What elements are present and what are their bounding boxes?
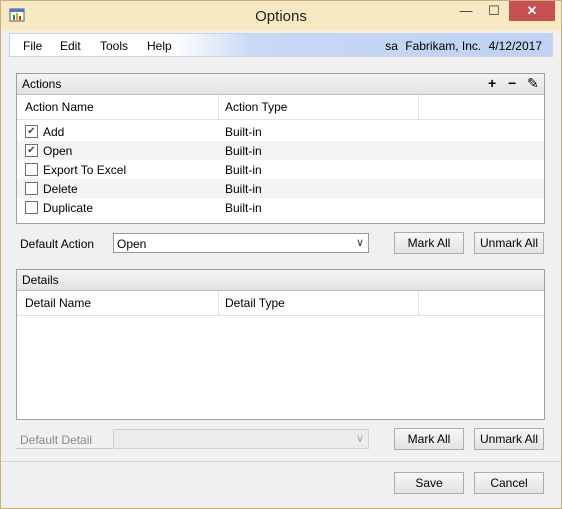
details-title: Details [22, 273, 59, 287]
actions-column-header: Action Name Action Type [17, 95, 544, 120]
menu-tools[interactable]: Tools [100, 39, 128, 53]
company-name: Fabrikam, Inc. [405, 39, 482, 53]
row-checkbox[interactable]: ✔ [25, 125, 38, 138]
column-action-type[interactable]: Action Type [225, 100, 287, 114]
actions-panel-header: Actions + − ✎ [17, 74, 544, 95]
column-detail-name[interactable]: Detail Name [25, 296, 91, 310]
close-button[interactable]: ✕ [509, 1, 555, 21]
actions-panel: Actions + − ✎ Action Name Action Type ✔ … [16, 73, 545, 224]
table-row[interactable]: Delete Built-in [17, 179, 544, 198]
details-panel-header: Details [17, 270, 544, 291]
chevron-down-icon: ∨ [355, 237, 364, 249]
details-list [17, 316, 544, 420]
default-detail-label: Default Detail [20, 433, 93, 447]
default-action-value: Open [117, 237, 147, 251]
column-divider [418, 291, 419, 315]
details-mark-all-button[interactable]: Mark All [394, 428, 464, 450]
action-name: Delete [43, 182, 78, 196]
remove-icon[interactable]: − [508, 75, 516, 91]
default-action-label: Default Action [20, 237, 95, 251]
column-divider [418, 95, 419, 119]
row-checkbox[interactable] [25, 163, 38, 176]
menu-help[interactable]: Help [147, 39, 172, 53]
user-name: sa [385, 39, 398, 53]
default-detail-select[interactable]: ∨ [113, 429, 369, 449]
action-name: Export To Excel [43, 163, 127, 177]
action-type: Built-in [225, 201, 262, 215]
table-row[interactable]: Duplicate Built-in [17, 198, 544, 217]
column-divider [218, 291, 219, 315]
label-underline [16, 448, 112, 449]
column-detail-type[interactable]: Detail Type [225, 296, 285, 310]
row-checkbox[interactable]: ✔ [25, 144, 38, 157]
actions-list: ✔ Add Built-in ✔ Open Built-in Export To… [17, 120, 544, 217]
action-name: Open [43, 144, 73, 158]
action-type: Built-in [225, 125, 262, 139]
action-name: Duplicate [43, 201, 94, 215]
title-bar: Options — ☐ ✕ [1, 1, 561, 31]
column-divider [218, 95, 219, 119]
add-icon[interactable]: + [488, 75, 496, 91]
actions-mark-all-button[interactable]: Mark All [394, 232, 464, 254]
check-icon: ✔ [27, 126, 36, 137]
action-type: Built-in [225, 144, 262, 158]
actions-unmark-all-button[interactable]: Unmark All [474, 232, 544, 254]
action-type: Built-in [225, 163, 262, 177]
action-type: Built-in [225, 182, 262, 196]
footer-divider [1, 461, 561, 462]
menu-bar: File Edit Tools Help sa Fabrikam, Inc. 4… [9, 33, 553, 57]
table-row[interactable]: ✔ Add Built-in [17, 122, 544, 141]
edit-icon[interactable]: ✎ [527, 75, 539, 92]
chevron-down-icon: ∨ [355, 433, 364, 445]
row-checkbox[interactable] [25, 182, 38, 195]
column-action-name[interactable]: Action Name [25, 100, 94, 114]
row-checkbox[interactable] [25, 201, 38, 214]
details-unmark-all-button[interactable]: Unmark All [474, 428, 544, 450]
user-info: sa Fabrikam, Inc. 4/12/2017 [381, 39, 542, 53]
save-button[interactable]: Save [394, 472, 464, 494]
default-action-select[interactable]: Open ∨ [113, 233, 369, 253]
table-row[interactable]: Export To Excel Built-in [17, 160, 544, 179]
details-column-header: Detail Name Detail Type [17, 291, 544, 316]
options-window: Options — ☐ ✕ File Edit Tools Help sa Fa… [0, 0, 562, 509]
check-icon: ✔ [27, 145, 36, 156]
menu-file[interactable]: File [23, 39, 42, 53]
table-row[interactable]: ✔ Open Built-in [17, 141, 544, 160]
cancel-button[interactable]: Cancel [474, 472, 544, 494]
details-panel: Details Detail Name Detail Type [16, 269, 545, 420]
actions-title: Actions [22, 77, 62, 91]
action-name: Add [43, 125, 65, 139]
maximize-button[interactable]: ☐ [481, 1, 507, 21]
user-date: 4/12/2017 [488, 39, 542, 53]
menu-edit[interactable]: Edit [60, 39, 81, 53]
minimize-button[interactable]: — [453, 1, 479, 21]
